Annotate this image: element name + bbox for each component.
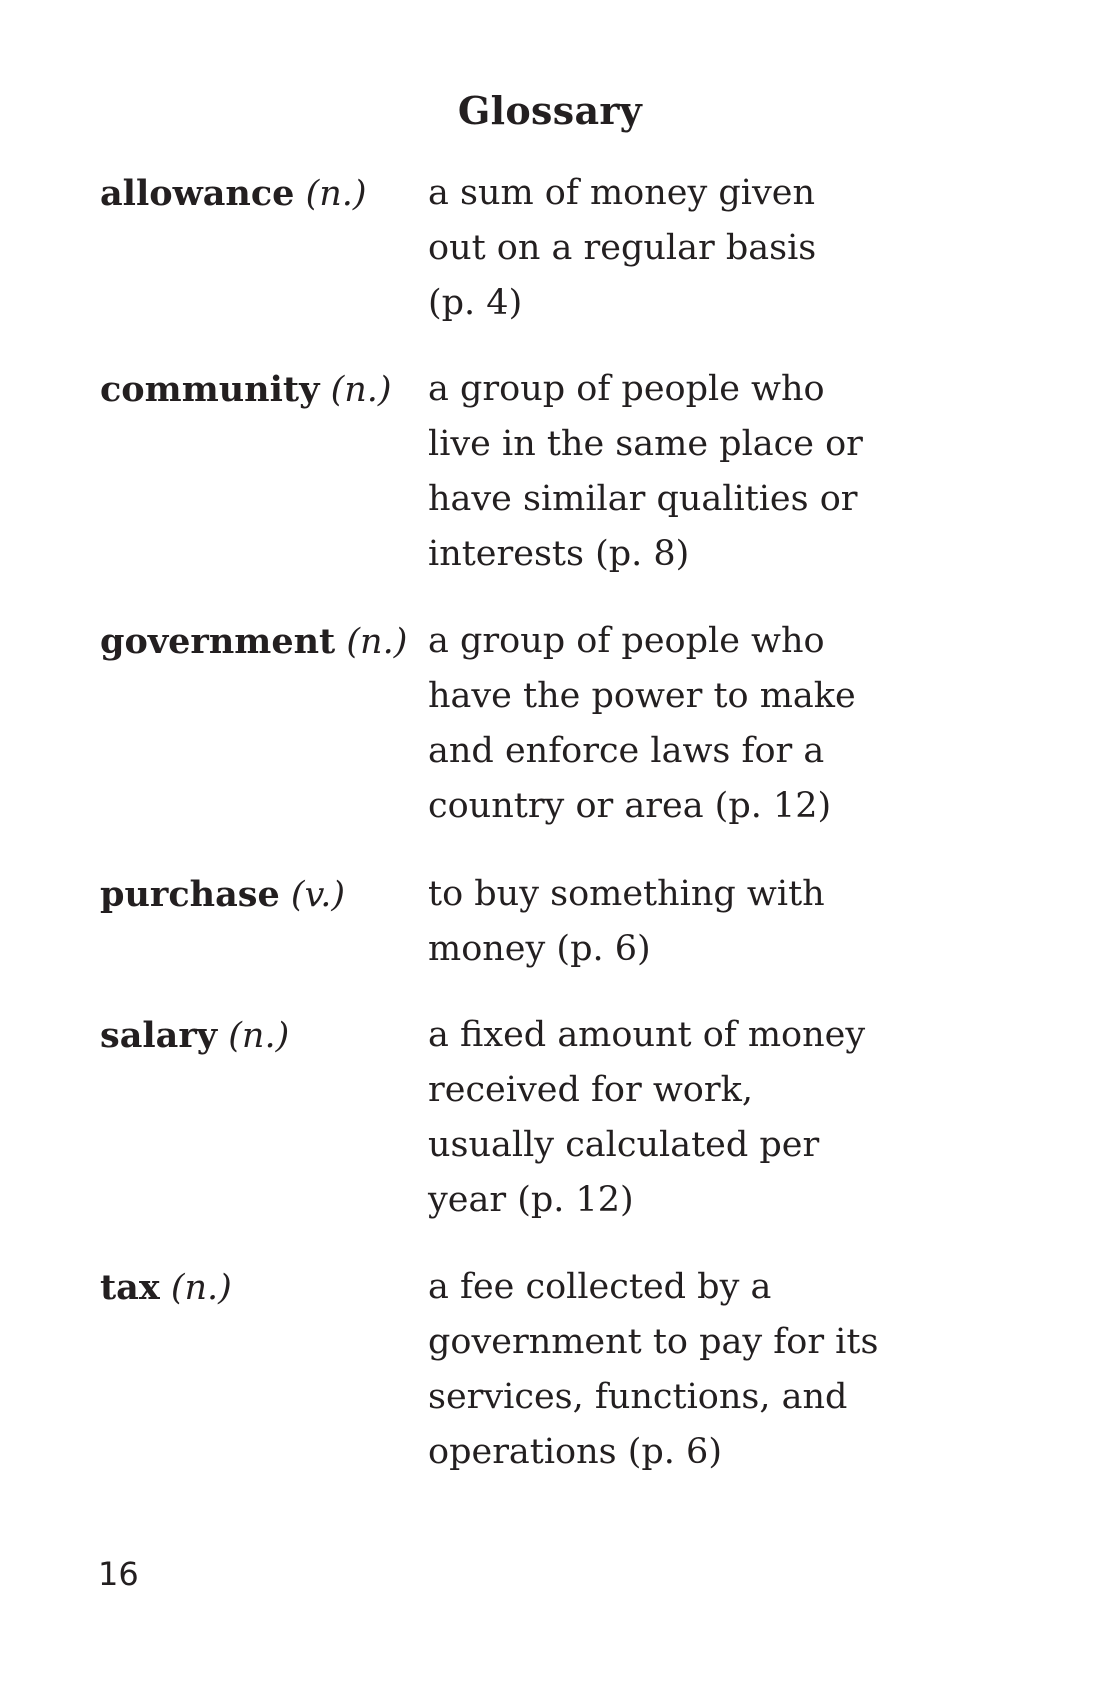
term-definition: a group of people who have the power to …	[428, 621, 856, 826]
term-definition: a group of people who live in the same p…	[428, 369, 863, 574]
term-part-of-speech: (n.)	[228, 1016, 290, 1056]
page-number: 16	[98, 1555, 139, 1593]
glossary-term: government (n.)	[100, 614, 420, 670]
term-part-of-speech: (n.)	[170, 1268, 232, 1308]
term-definition: a fee collected by a government to pay f…	[428, 1267, 879, 1472]
term-part-of-speech: (n.)	[346, 622, 408, 662]
glossary-term: tax (n.)	[100, 1260, 420, 1316]
term-part-of-speech: (n.)	[330, 370, 392, 410]
glossary-term: community (n.)	[100, 362, 420, 418]
term-part-of-speech: (v.)	[290, 875, 345, 915]
glossary-term: salary (n.)	[100, 1008, 420, 1064]
term-word: community	[100, 369, 320, 410]
glossary-term: allowance (n.)	[100, 166, 420, 222]
term-word: tax	[100, 1267, 160, 1308]
glossary-page: Glossary allowance (n.) a sum of money g…	[0, 0, 1100, 1700]
term-part-of-speech: (n.)	[305, 174, 367, 214]
term-definition: to buy something with money (p. 6)	[428, 874, 825, 969]
term-word: government	[100, 621, 336, 662]
page-title: Glossary	[457, 88, 643, 133]
glossary-term: purchase (v.)	[100, 867, 420, 923]
term-definition: a sum of money given out on a regular ba…	[428, 173, 817, 323]
term-word: salary	[100, 1015, 218, 1056]
term-word: allowance	[100, 173, 295, 214]
term-definition: a fixed amount of money received for wor…	[428, 1015, 866, 1220]
term-word: purchase	[100, 874, 280, 915]
